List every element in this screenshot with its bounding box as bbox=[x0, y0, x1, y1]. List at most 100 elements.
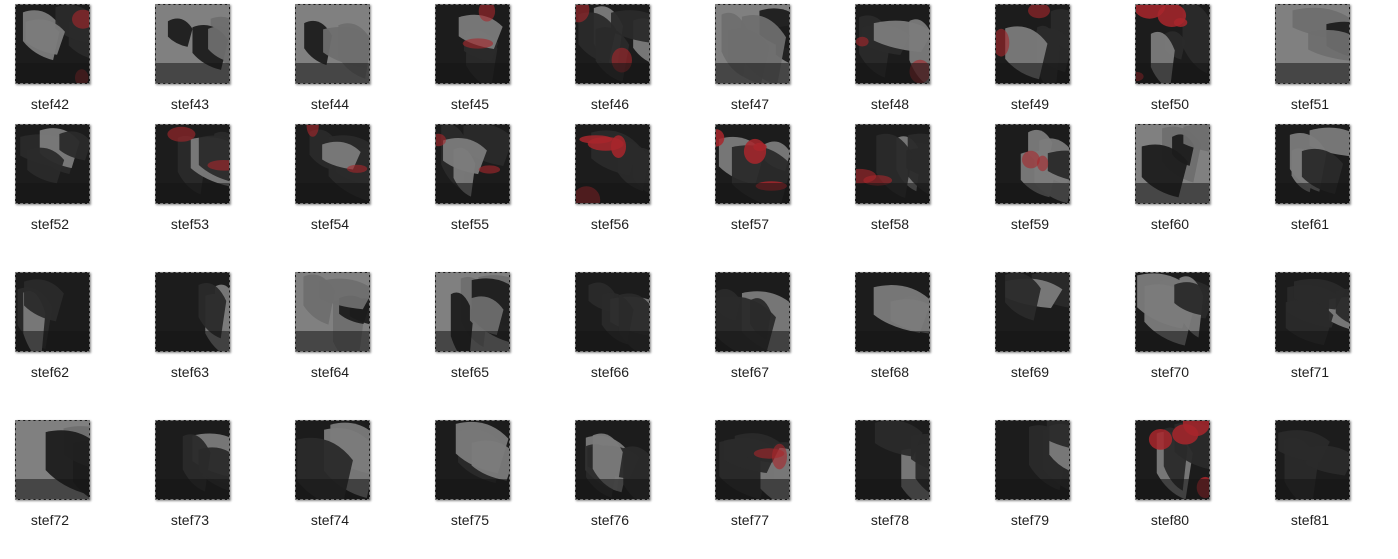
file-item-stef62[interactable]: stef62 bbox=[0, 272, 120, 382]
portrait-art-icon bbox=[1136, 273, 1209, 351]
file-name-label: stef52 bbox=[30, 216, 70, 232]
file-item-stef81[interactable]: stef81 bbox=[1240, 420, 1380, 530]
file-name-label: stef76 bbox=[590, 512, 630, 528]
image-thumbnail[interactable] bbox=[855, 4, 930, 84]
file-name-label: stef75 bbox=[450, 512, 490, 528]
file-item-stef78[interactable]: stef78 bbox=[820, 420, 960, 530]
portrait-art-icon bbox=[996, 421, 1069, 499]
file-item-stef56[interactable]: stef56 bbox=[540, 124, 680, 234]
file-item-stef51[interactable]: stef51 bbox=[1240, 4, 1380, 114]
image-thumbnail[interactable] bbox=[15, 4, 90, 84]
file-name-label: stef81 bbox=[1290, 512, 1330, 528]
file-item-stef50[interactable]: stef50 bbox=[1100, 4, 1240, 114]
image-thumbnail[interactable] bbox=[435, 420, 510, 500]
portrait-art-icon bbox=[576, 273, 649, 351]
image-thumbnail[interactable] bbox=[1275, 420, 1350, 500]
image-thumbnail[interactable] bbox=[575, 420, 650, 500]
file-item-stef44[interactable]: stef44 bbox=[260, 4, 400, 114]
file-item-stef76[interactable]: stef76 bbox=[540, 420, 680, 530]
file-item-stef65[interactable]: stef65 bbox=[400, 272, 540, 382]
file-item-stef67[interactable]: stef67 bbox=[680, 272, 820, 382]
file-item-stef68[interactable]: stef68 bbox=[820, 272, 960, 382]
image-thumbnail[interactable] bbox=[155, 124, 230, 204]
image-thumbnail[interactable] bbox=[1135, 420, 1210, 500]
image-thumbnail[interactable] bbox=[155, 4, 230, 84]
image-thumbnail[interactable] bbox=[855, 272, 930, 352]
image-thumbnail[interactable] bbox=[995, 272, 1070, 352]
portrait-art-icon bbox=[856, 5, 929, 83]
image-thumbnail[interactable] bbox=[435, 272, 510, 352]
image-thumbnail[interactable] bbox=[295, 272, 370, 352]
file-item-stef58[interactable]: stef58 bbox=[820, 124, 960, 234]
image-thumbnail[interactable] bbox=[1135, 4, 1210, 84]
file-item-stef59[interactable]: stef59 bbox=[960, 124, 1100, 234]
file-item-stef75[interactable]: stef75 bbox=[400, 420, 540, 530]
file-item-stef60[interactable]: stef60 bbox=[1100, 124, 1240, 234]
file-item-stef49[interactable]: stef49 bbox=[960, 4, 1100, 114]
file-item-stef55[interactable]: stef55 bbox=[400, 124, 540, 234]
file-name-label: stef48 bbox=[870, 96, 910, 112]
file-item-stef71[interactable]: stef71 bbox=[1240, 272, 1380, 382]
image-thumbnail[interactable] bbox=[295, 420, 370, 500]
file-item-stef42[interactable]: stef42 bbox=[0, 4, 120, 114]
image-thumbnail[interactable] bbox=[1275, 4, 1350, 84]
file-item-stef46[interactable]: stef46 bbox=[540, 4, 680, 114]
portrait-art-icon bbox=[296, 125, 369, 203]
image-thumbnail[interactable] bbox=[295, 4, 370, 84]
image-thumbnail[interactable] bbox=[1275, 272, 1350, 352]
file-item-stef52[interactable]: stef52 bbox=[0, 124, 120, 234]
portrait-art-icon bbox=[856, 273, 929, 351]
file-item-stef74[interactable]: stef74 bbox=[260, 420, 400, 530]
file-item-stef45[interactable]: stef45 bbox=[400, 4, 540, 114]
image-thumbnail[interactable] bbox=[715, 124, 790, 204]
file-item-stef63[interactable]: stef63 bbox=[120, 272, 260, 382]
file-item-stef64[interactable]: stef64 bbox=[260, 272, 400, 382]
image-thumbnail[interactable] bbox=[995, 4, 1070, 84]
file-item-stef72[interactable]: stef72 bbox=[0, 420, 120, 530]
file-item-stef53[interactable]: stef53 bbox=[120, 124, 260, 234]
image-thumbnail[interactable] bbox=[295, 124, 370, 204]
file-name-label: stef59 bbox=[1010, 216, 1050, 232]
image-thumbnail[interactable] bbox=[15, 272, 90, 352]
image-thumbnail[interactable] bbox=[575, 4, 650, 84]
file-item-stef47[interactable]: stef47 bbox=[680, 4, 820, 114]
image-thumbnail[interactable] bbox=[715, 272, 790, 352]
file-item-stef70[interactable]: stef70 bbox=[1100, 272, 1240, 382]
file-item-stef66[interactable]: stef66 bbox=[540, 272, 680, 382]
image-thumbnail[interactable] bbox=[435, 124, 510, 204]
image-thumbnail[interactable] bbox=[435, 4, 510, 84]
image-thumbnail[interactable] bbox=[1135, 272, 1210, 352]
image-thumbnail[interactable] bbox=[995, 124, 1070, 204]
portrait-art-icon bbox=[1136, 125, 1209, 203]
image-thumbnail[interactable] bbox=[855, 124, 930, 204]
file-item-stef54[interactable]: stef54 bbox=[260, 124, 400, 234]
portrait-art-icon bbox=[716, 125, 789, 203]
file-item-stef61[interactable]: stef61 bbox=[1240, 124, 1380, 234]
image-thumbnail[interactable] bbox=[715, 4, 790, 84]
file-item-stef69[interactable]: stef69 bbox=[960, 272, 1100, 382]
image-thumbnail[interactable] bbox=[15, 124, 90, 204]
image-thumbnail[interactable] bbox=[1275, 124, 1350, 204]
image-thumbnail[interactable] bbox=[855, 420, 930, 500]
file-item-stef57[interactable]: stef57 bbox=[680, 124, 820, 234]
file-item-stef48[interactable]: stef48 bbox=[820, 4, 960, 114]
image-thumbnail[interactable] bbox=[575, 124, 650, 204]
image-thumbnail[interactable] bbox=[155, 272, 230, 352]
file-item-stef43[interactable]: stef43 bbox=[120, 4, 260, 114]
file-item-stef79[interactable]: stef79 bbox=[960, 420, 1100, 530]
file-item-stef77[interactable]: stef77 bbox=[680, 420, 820, 530]
image-thumbnail[interactable] bbox=[15, 420, 90, 500]
image-thumbnail[interactable] bbox=[1135, 124, 1210, 204]
portrait-art-icon bbox=[1276, 125, 1349, 203]
portrait-art-icon bbox=[1276, 421, 1349, 499]
file-item-stef80[interactable]: stef80 bbox=[1100, 420, 1240, 530]
image-thumbnail[interactable] bbox=[715, 420, 790, 500]
file-name-label: stef74 bbox=[310, 512, 350, 528]
portrait-art-icon bbox=[436, 5, 509, 83]
image-thumbnail[interactable] bbox=[575, 272, 650, 352]
file-item-stef73[interactable]: stef73 bbox=[120, 420, 260, 530]
portrait-art-icon bbox=[716, 421, 789, 499]
portrait-art-icon bbox=[296, 421, 369, 499]
image-thumbnail[interactable] bbox=[155, 420, 230, 500]
image-thumbnail[interactable] bbox=[995, 420, 1070, 500]
